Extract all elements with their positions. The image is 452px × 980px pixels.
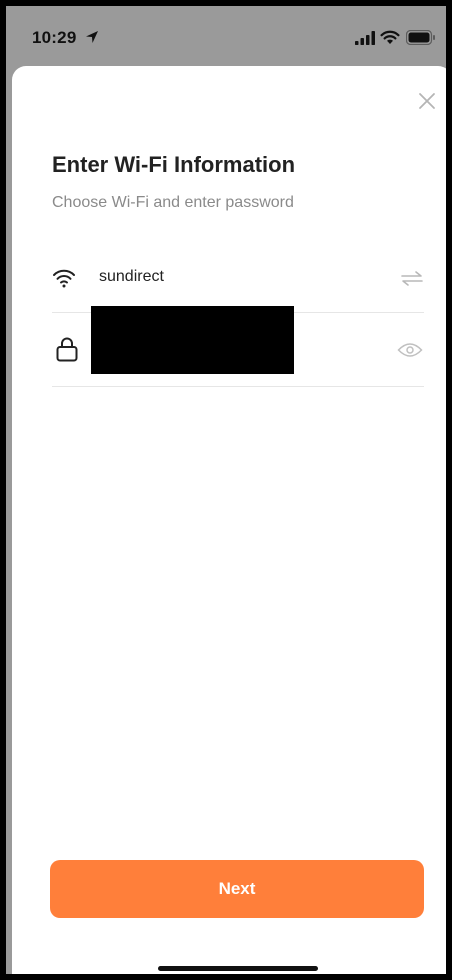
home-indicator [158, 966, 318, 971]
eye-icon[interactable] [397, 342, 423, 358]
dialog-title: Enter Wi-Fi Information [52, 152, 296, 177]
divider [52, 386, 424, 387]
close-icon[interactable] [412, 86, 442, 116]
phone-frame: 10:29 Enter Wi-Fi Information Choose Wi-… [0, 0, 452, 980]
wifi-ssid: sundirect [99, 268, 164, 285]
cellular-signal-icon [355, 31, 375, 45]
password-row [52, 306, 424, 380]
status-bar: 10:29 [6, 6, 446, 64]
lock-icon [56, 337, 78, 362]
wifi-icon [53, 269, 75, 288]
screen: 10:29 Enter Wi-Fi Information Choose Wi-… [6, 6, 446, 974]
wifi-network-row[interactable]: sundirect [52, 246, 424, 306]
battery-icon [406, 30, 435, 45]
next-button[interactable]: Next [50, 860, 424, 918]
status-time: 10:29 [32, 28, 77, 47]
wifi-status-icon [380, 30, 400, 44]
dialog-subtitle: Choose Wi-Fi and enter password [52, 194, 294, 211]
switch-network-icon[interactable] [400, 268, 424, 288]
location-arrow-icon [86, 31, 98, 43]
wifi-dialog-sheet: Enter Wi-Fi Information Choose Wi-Fi and… [12, 66, 446, 974]
password-input[interactable] [91, 306, 294, 374]
